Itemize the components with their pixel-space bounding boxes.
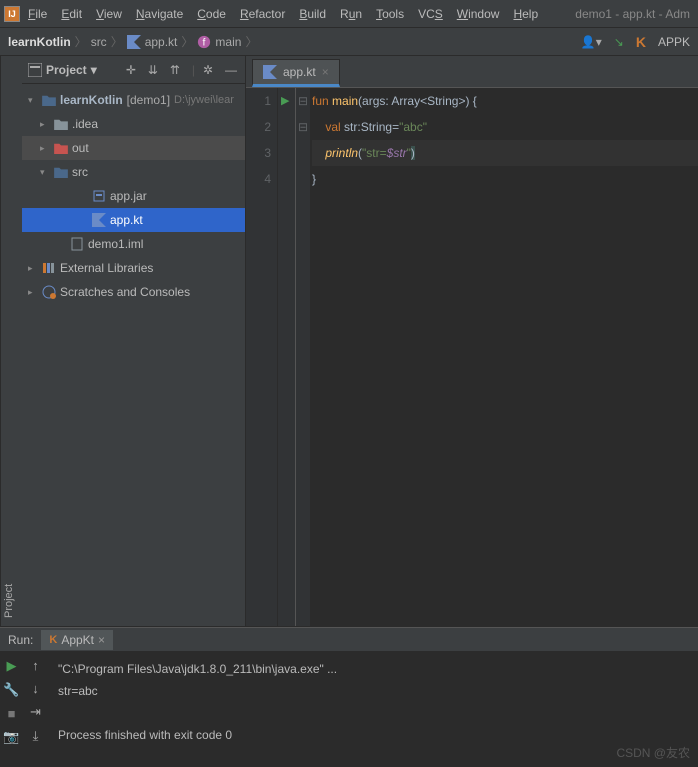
chevron-right-icon: 〉 [245,33,257,50]
collapse-all-icon[interactable]: ⇊ [148,63,162,77]
tree-external-libraries[interactable]: ▸ External Libraries [22,256,245,280]
menu-view[interactable]: View [90,5,128,23]
menu-refactor[interactable]: Refactor [234,5,291,23]
close-tab-icon[interactable]: × [322,65,329,79]
menu-code[interactable]: Code [191,5,232,23]
breadcrumb-folder[interactable]: src [91,35,107,49]
tree-src-folder[interactable]: ▾ src [22,160,245,184]
line-number-gutter: 1 2 3 4 [246,88,278,626]
run-config-tab[interactable]: K AppKt × [41,630,113,650]
build-hammer-icon[interactable]: ↘ [614,35,624,49]
output-line: "C:\Program Files\Java\jdk1.8.0_211\bin\… [58,658,688,680]
settings-gear-icon[interactable]: ✲ [203,63,217,77]
menu-build[interactable]: Build [293,5,332,23]
user-icon[interactable]: 👤▾ [581,35,602,49]
kotlin-file-icon [263,65,277,79]
tree-demo-iml[interactable]: ▸ demo1.iml [22,232,245,256]
app-logo-icon: IJ [4,6,20,22]
menu-navigate[interactable]: Navigate [130,5,189,23]
navigation-bar: learnKotlin 〉 src 〉 app.kt 〉 f main 〉 👤▾… [0,28,698,56]
run-toolwindow: Run: K AppKt × ▶ 🔧 ■ 📷 ↑ ↓ ⇥ ⤓ "C:\Progr… [0,627,698,767]
soft-wrap-icon[interactable]: ⇥ [30,704,41,720]
project-toolwindow-tab[interactable]: Project [0,56,22,626]
breadcrumb-project[interactable]: learnKotlin [8,35,71,49]
up-arrow-icon[interactable]: ↑ [32,658,39,673]
jar-file-icon [92,189,106,203]
tree-idea-folder[interactable]: ▸ .idea [22,112,245,136]
run-gutter-icon[interactable]: ▶ [278,88,295,114]
project-panel: Project ▾ ✛ ⇊ ⇈ | ✲ — ▾ learnKotlin [dem… [22,56,246,626]
down-arrow-icon[interactable]: ↓ [32,681,39,696]
tree-app-jar[interactable]: ▸ app.jar [22,184,245,208]
kotlin-file-icon [127,35,141,49]
menu-tools[interactable]: Tools [370,5,410,23]
menu-bar: IJ File Edit View Navigate Code Refactor… [0,0,698,28]
camera-icon[interactable]: 📷 [3,729,19,745]
iml-file-icon [70,237,84,251]
breadcrumb: learnKotlin 〉 src 〉 app.kt 〉 f main 〉 [8,33,257,50]
kotlin-icon: K [49,634,57,646]
panel-title: Project ▾ [28,63,97,77]
chevron-right-icon: ▸ [28,263,38,274]
tree-scratches[interactable]: ▸ Scratches and Consoles [22,280,245,304]
source-folder-icon [54,166,68,178]
wrench-icon[interactable]: 🔧 [3,682,19,698]
tree-out-folder[interactable]: ▸ out [22,136,245,160]
stop-icon[interactable]: ■ [8,706,16,721]
chevron-right-icon: 〉 [75,33,87,50]
editor-tab-appkt[interactable]: app.kt × [252,59,340,87]
menu-window[interactable]: Window [451,5,506,23]
hide-panel-icon[interactable]: — [225,63,239,77]
chevron-right-icon: ▸ [40,119,50,130]
output-exit-line: Process finished with exit code 0 [58,724,688,746]
menu-run[interactable]: Run [334,5,368,23]
tree-app-kt[interactable]: ▸ app.kt [22,208,245,232]
kotlin-icon: K [636,34,646,50]
output-line: str=abc [58,680,688,702]
scroll-end-icon[interactable]: ⤓ [33,728,39,744]
function-icon: f [197,35,211,49]
locate-icon[interactable]: ✛ [126,63,140,77]
breadcrumb-file[interactable]: app.kt [145,35,178,49]
library-icon [42,261,56,275]
folder-icon [54,118,68,130]
code-editor[interactable]: 1 2 3 4 ▶ ⊟⊟ fun main(args: Array<String… [246,88,698,626]
menu-vcs[interactable]: VCS [412,5,449,23]
chevron-right-icon: ▸ [28,287,38,298]
close-icon[interactable]: × [98,633,105,647]
watermark: CSDN @友农 [616,744,690,761]
tree-root[interactable]: ▾ learnKotlin [demo1] D:\jywei\lear [22,88,245,112]
kotlin-file-icon [92,213,106,227]
svg-text:f: f [203,36,206,48]
fold-gutter: ⊟⊟ [296,88,310,626]
menu-edit[interactable]: Edit [55,5,88,23]
run-config-name[interactable]: APPK [658,35,690,49]
chevron-down-icon: ▾ [40,167,50,178]
rerun-icon[interactable]: ▶ [7,658,17,674]
breadcrumb-function[interactable]: main [215,35,241,49]
chevron-right-icon: 〉 [111,33,123,50]
expand-all-icon[interactable]: ⇈ [170,63,184,77]
chevron-right-icon: 〉 [181,33,193,50]
chevron-right-icon: ▸ [40,143,50,154]
run-output[interactable]: "C:\Program Files\Java\jdk1.8.0_211\bin\… [48,652,698,767]
project-tree: ▾ learnKotlin [demo1] D:\jywei\lear ▸ .i… [22,84,245,626]
window-title: demo1 - app.kt - Adm [575,7,694,21]
editor-area: app.kt × 1 2 3 4 ▶ ⊟⊟ fun main(args: Arr… [246,56,698,626]
menu-help[interactable]: Help [507,5,544,23]
chevron-down-icon: ▾ [28,95,38,106]
run-label: Run: [8,633,33,647]
project-icon [28,63,42,77]
menu-file[interactable]: File [22,5,53,23]
excluded-folder-icon [54,142,68,154]
module-folder-icon [42,94,56,106]
scratches-icon [42,285,56,299]
